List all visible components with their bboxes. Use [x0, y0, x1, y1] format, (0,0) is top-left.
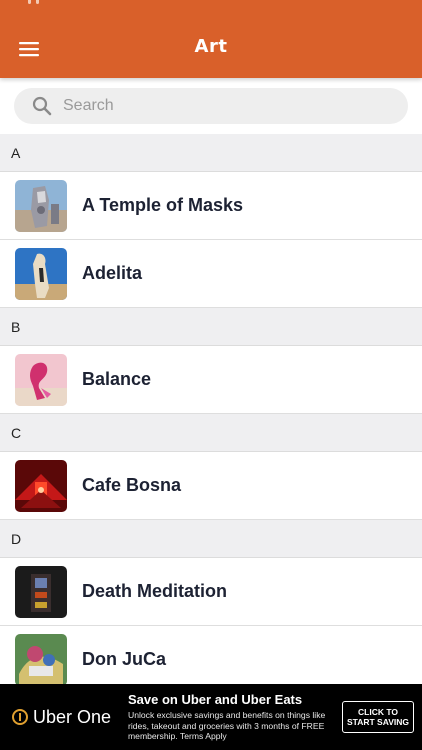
- thumbnail-image: [15, 565, 67, 618]
- section-header-b: B: [0, 308, 422, 346]
- thumbnail-image: [15, 179, 67, 232]
- ad-headline: Save on Uber and Uber Eats: [128, 692, 303, 707]
- status-bar-fragment: [28, 0, 46, 4]
- list-item[interactable]: Don JuCa: [0, 626, 422, 684]
- list-item-label: Balance: [82, 369, 152, 389]
- list-item-label: Cafe Bosna: [82, 475, 182, 495]
- search-field-container[interactable]: [14, 88, 408, 124]
- ad-brand: Uber One: [12, 707, 111, 728]
- art-list[interactable]: A A Temple of Masks Adelita B Balance C …: [0, 134, 422, 684]
- ad-cta-line2: START SAVING: [346, 717, 410, 727]
- uber-one-logo-icon: [12, 709, 28, 725]
- list-item[interactable]: Death Meditation: [0, 558, 422, 626]
- list-item-label: Death Meditation: [82, 581, 228, 601]
- section-header-d: D: [0, 520, 422, 558]
- list-item-label: A Temple of Masks: [82, 195, 244, 215]
- list-item-label: Don JuCa: [82, 649, 167, 669]
- ad-copy: Save on Uber and Uber Eats Unlock exclus…: [128, 692, 333, 742]
- thumbnail-image: [15, 459, 67, 512]
- list-item[interactable]: Cafe Bosna: [0, 452, 422, 520]
- ad-brand-text: Uber One: [33, 706, 112, 727]
- list-item[interactable]: Adelita: [0, 240, 422, 308]
- thumbnail-image: [15, 353, 67, 406]
- ad-cta-button[interactable]: CLICK TO START SAVING: [342, 701, 414, 733]
- section-header-c: C: [0, 414, 422, 452]
- list-item[interactable]: Balance: [0, 346, 422, 414]
- list-item-label: Adelita: [82, 263, 143, 283]
- search-bar: [0, 78, 422, 134]
- thumbnail-image: [15, 247, 67, 300]
- section-header-a: A: [0, 134, 422, 172]
- list-item[interactable]: A Temple of Masks: [0, 172, 422, 240]
- search-input[interactable]: [63, 97, 363, 115]
- ad-cta-line1: CLICK TO: [358, 707, 398, 717]
- app-header: Art: [0, 0, 422, 78]
- ad-banner[interactable]: Uber One Save on Uber and Uber Eats Unlo…: [0, 684, 422, 750]
- page-title: Art: [194, 36, 228, 57]
- search-icon: [31, 95, 53, 117]
- ad-body: Unlock exclusive savings and benefits on…: [128, 710, 326, 741]
- thumbnail-image: [15, 633, 67, 684]
